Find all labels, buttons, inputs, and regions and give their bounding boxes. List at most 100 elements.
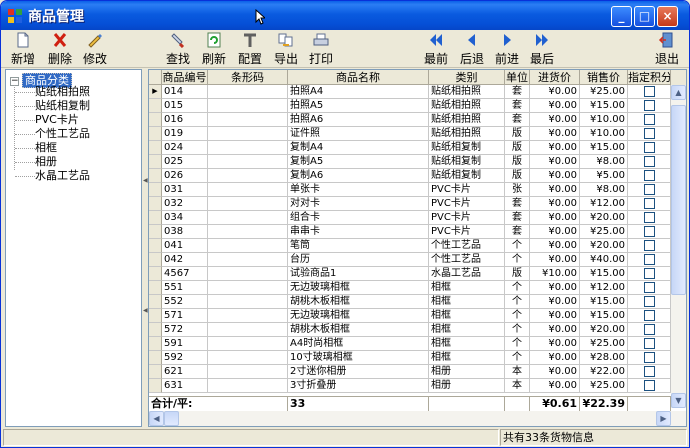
row-indicator[interactable]: ▶ <box>149 85 162 99</box>
table-row[interactable]: 038 串串卡 PVC卡片套 ¥0.00 ¥25.00 <box>149 225 671 239</box>
points-checkbox[interactable] <box>643 352 655 363</box>
cell-name[interactable]: 无边玻璃相框 <box>288 281 429 295</box>
cell-barcode[interactable] <box>208 309 288 323</box>
cell-barcode[interactable] <box>208 295 288 309</box>
cell-unit[interactable]: 个 <box>505 337 530 351</box>
category-tree[interactable]: − 商品分类 贴纸相拍照 贴纸相复制 PVC卡片 个性工艺品 相框 相册 水晶工艺… <box>5 69 142 427</box>
tree-item-pvc-card[interactable]: PVC卡片 <box>15 113 79 126</box>
cell-unit[interactable]: 个 <box>505 239 530 253</box>
splitter-arrow-icon[interactable]: ◀ <box>143 307 148 315</box>
cell-name[interactable]: 胡桃木板相框 <box>288 295 429 309</box>
cell-category[interactable]: 相册 <box>429 379 505 393</box>
cell-price[interactable]: ¥15.00 <box>580 99 628 113</box>
row-indicator[interactable] <box>149 183 162 197</box>
row-indicator[interactable] <box>149 197 162 211</box>
cell-category[interactable]: 个性工艺品 <box>429 239 505 253</box>
cell-code[interactable]: 631 <box>162 379 208 393</box>
row-indicator[interactable] <box>149 365 162 379</box>
cell-category[interactable]: PVC卡片 <box>429 225 505 239</box>
row-indicator[interactable] <box>149 155 162 169</box>
cell-cost[interactable]: ¥0.00 <box>530 295 580 309</box>
cell-name[interactable]: 对对卡 <box>288 197 429 211</box>
row-indicator[interactable] <box>149 225 162 239</box>
cell-name[interactable]: 3寸折叠册 <box>288 379 429 393</box>
title-bar[interactable]: 商品管理 _ □ × <box>1 1 689 30</box>
table-row[interactable]: 034 组合卡 PVC卡片套 ¥0.00 ¥20.00 <box>149 211 671 225</box>
cell-unit[interactable]: 版 <box>505 141 530 155</box>
column-header[interactable]: 商品名称 <box>288 70 429 85</box>
points-checkbox[interactable] <box>643 254 655 265</box>
pane-splitter[interactable]: ◀ ◀ <box>143 69 148 427</box>
tree-item-crystal[interactable]: 水晶工艺品 <box>15 169 90 182</box>
tree-item-album[interactable]: 相册 <box>15 155 57 168</box>
export-button[interactable]: 导出 <box>268 32 304 66</box>
table-row[interactable]: 032 对对卡 PVC卡片套 ¥0.00 ¥12.00 <box>149 197 671 211</box>
cell-code[interactable]: 592 <box>162 351 208 365</box>
cell-price[interactable]: ¥25.00 <box>580 379 628 393</box>
cell-unit[interactable]: 版 <box>505 267 530 281</box>
cell-price[interactable]: ¥12.00 <box>580 281 628 295</box>
cell-name[interactable]: 拍照A4 <box>288 85 429 99</box>
cell-barcode[interactable] <box>208 169 288 183</box>
row-indicator[interactable] <box>149 239 162 253</box>
cell-cost[interactable]: ¥0.00 <box>530 127 580 141</box>
cell-code[interactable]: 014 <box>162 85 208 99</box>
tree-item-sticker-copy[interactable]: 贴纸相复制 <box>15 99 90 112</box>
row-indicator[interactable] <box>149 113 162 127</box>
row-indicator[interactable] <box>149 337 162 351</box>
cell-cost[interactable]: ¥0.00 <box>530 183 580 197</box>
cell-barcode[interactable] <box>208 253 288 267</box>
cell-name[interactable]: 组合卡 <box>288 211 429 225</box>
cell-cost[interactable]: ¥10.00 <box>530 267 580 281</box>
cell-category[interactable]: PVC卡片 <box>429 211 505 225</box>
cell-barcode[interactable] <box>208 365 288 379</box>
cell-price[interactable]: ¥8.00 <box>580 155 628 169</box>
cell-code[interactable]: 571 <box>162 309 208 323</box>
points-checkbox[interactable] <box>643 198 655 209</box>
cell-code[interactable]: 551 <box>162 281 208 295</box>
cell-barcode[interactable] <box>208 183 288 197</box>
tree-item-crafts[interactable]: 个性工艺品 <box>15 127 90 140</box>
table-row[interactable]: 631 3寸折叠册 相册本 ¥0.00 ¥25.00 <box>149 379 671 393</box>
cell-cost[interactable]: ¥0.00 <box>530 239 580 253</box>
cell-code[interactable]: 026 <box>162 169 208 183</box>
cell-unit[interactable]: 张 <box>505 183 530 197</box>
cell-price[interactable]: ¥15.00 <box>580 141 628 155</box>
cell-barcode[interactable] <box>208 351 288 365</box>
cell-unit[interactable]: 本 <box>505 365 530 379</box>
maximize-button[interactable]: □ <box>634 6 655 27</box>
product-grid[interactable]: 商品编号 条形码 商品名称 类别 单位 进货价 销售价 指定积分 ▶ 014 拍照A4 贴纸相拍照套… <box>148 69 687 427</box>
edit-button[interactable]: 修改 <box>77 32 113 66</box>
cell-code[interactable]: 025 <box>162 155 208 169</box>
column-header[interactable]: 类别 <box>429 70 505 85</box>
cell-barcode[interactable] <box>208 211 288 225</box>
prev-record-button[interactable]: 后退 <box>454 32 490 66</box>
cell-price[interactable]: ¥20.00 <box>580 239 628 253</box>
cell-barcode[interactable] <box>208 323 288 337</box>
cell-code[interactable]: 032 <box>162 197 208 211</box>
row-indicator[interactable] <box>149 267 162 281</box>
column-header[interactable]: 商品编号 <box>162 70 208 85</box>
cell-code[interactable]: 041 <box>162 239 208 253</box>
cell-code[interactable]: 034 <box>162 211 208 225</box>
points-checkbox[interactable] <box>643 114 655 125</box>
points-checkbox[interactable] <box>643 184 655 195</box>
cell-category[interactable]: 贴纸相拍照 <box>429 113 505 127</box>
cell-unit[interactable]: 个 <box>505 281 530 295</box>
cell-price[interactable]: ¥15.00 <box>580 267 628 281</box>
cell-cost[interactable]: ¥0.00 <box>530 197 580 211</box>
cell-code[interactable]: 591 <box>162 337 208 351</box>
cell-name[interactable]: 无边玻璃相框 <box>288 309 429 323</box>
cell-barcode[interactable] <box>208 379 288 393</box>
points-checkbox[interactable] <box>643 282 655 293</box>
points-checkbox[interactable] <box>643 380 655 391</box>
cell-price[interactable]: ¥10.00 <box>580 113 628 127</box>
cell-price[interactable]: ¥25.00 <box>580 225 628 239</box>
cell-code[interactable]: 621 <box>162 365 208 379</box>
cell-price[interactable]: ¥10.00 <box>580 127 628 141</box>
table-row[interactable]: 621 2寸迷你相册 相册本 ¥0.00 ¥22.00 <box>149 365 671 379</box>
table-row[interactable]: 4567 试验商品1 水晶工艺品版 ¥10.00 ¥15.00 <box>149 267 671 281</box>
cell-unit[interactable]: 版 <box>505 169 530 183</box>
cell-price[interactable]: ¥20.00 <box>580 323 628 337</box>
cell-category[interactable]: 相册 <box>429 365 505 379</box>
